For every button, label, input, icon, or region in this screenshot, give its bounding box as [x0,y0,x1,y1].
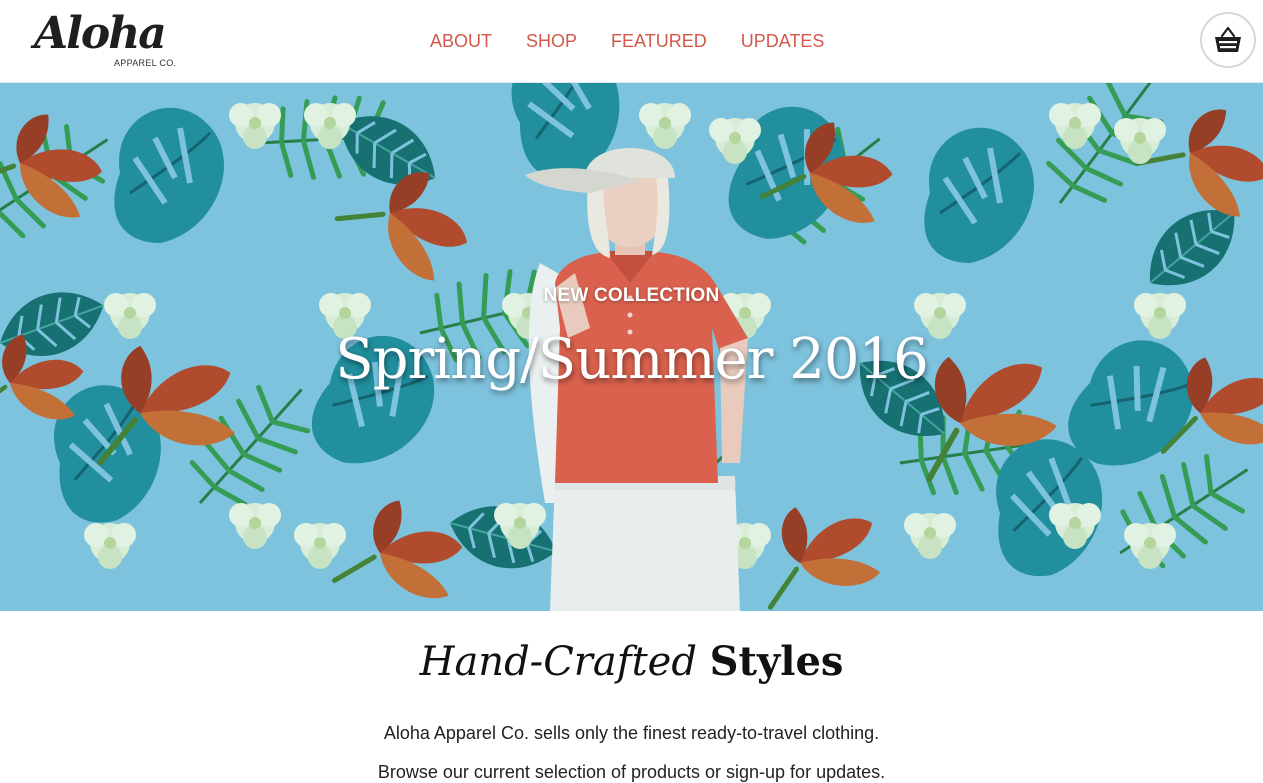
intro-paragraph-1: Aloha Apparel Co. sells only the finest … [383,723,880,743]
site-header: Aloha APPAREL CO. ABOUT SHOP FEATURED UP… [0,0,1263,83]
intro-section: Hand-Crafted Styles Aloha Apparel Co. se… [0,611,1263,782]
hero-title: Spring/Summer 2016 [335,327,929,392]
main-nav: ABOUT SHOP FEATURED UPDATES [430,28,858,54]
basket-icon [1215,26,1241,52]
nav-item-about[interactable]: ABOUT [430,28,492,54]
nav-item-shop[interactable]: SHOP [526,28,577,54]
heading-bold-part: Styles [709,638,844,685]
brand-logo[interactable]: Aloha APPAREL CO. [34,8,194,72]
section-heading: Hand-Crafted Styles [0,635,1263,689]
intro-paragraph-2: Browse our current selection of products… [377,762,886,782]
nav-item-updates[interactable]: UPDATES [741,28,825,54]
cart-button[interactable] [1200,12,1256,68]
nav-item-featured[interactable]: FEATURED [611,28,707,54]
logo-script-text: Aloha [34,8,167,59]
hero-banner: NEW COLLECTION Spring/Summer 2016 [0,83,1263,611]
heading-italic-part: Hand-Crafted [419,639,697,685]
hero-kicker: NEW COLLECTION [543,285,720,306]
logo-subtitle: APPAREL CO. [114,58,177,68]
